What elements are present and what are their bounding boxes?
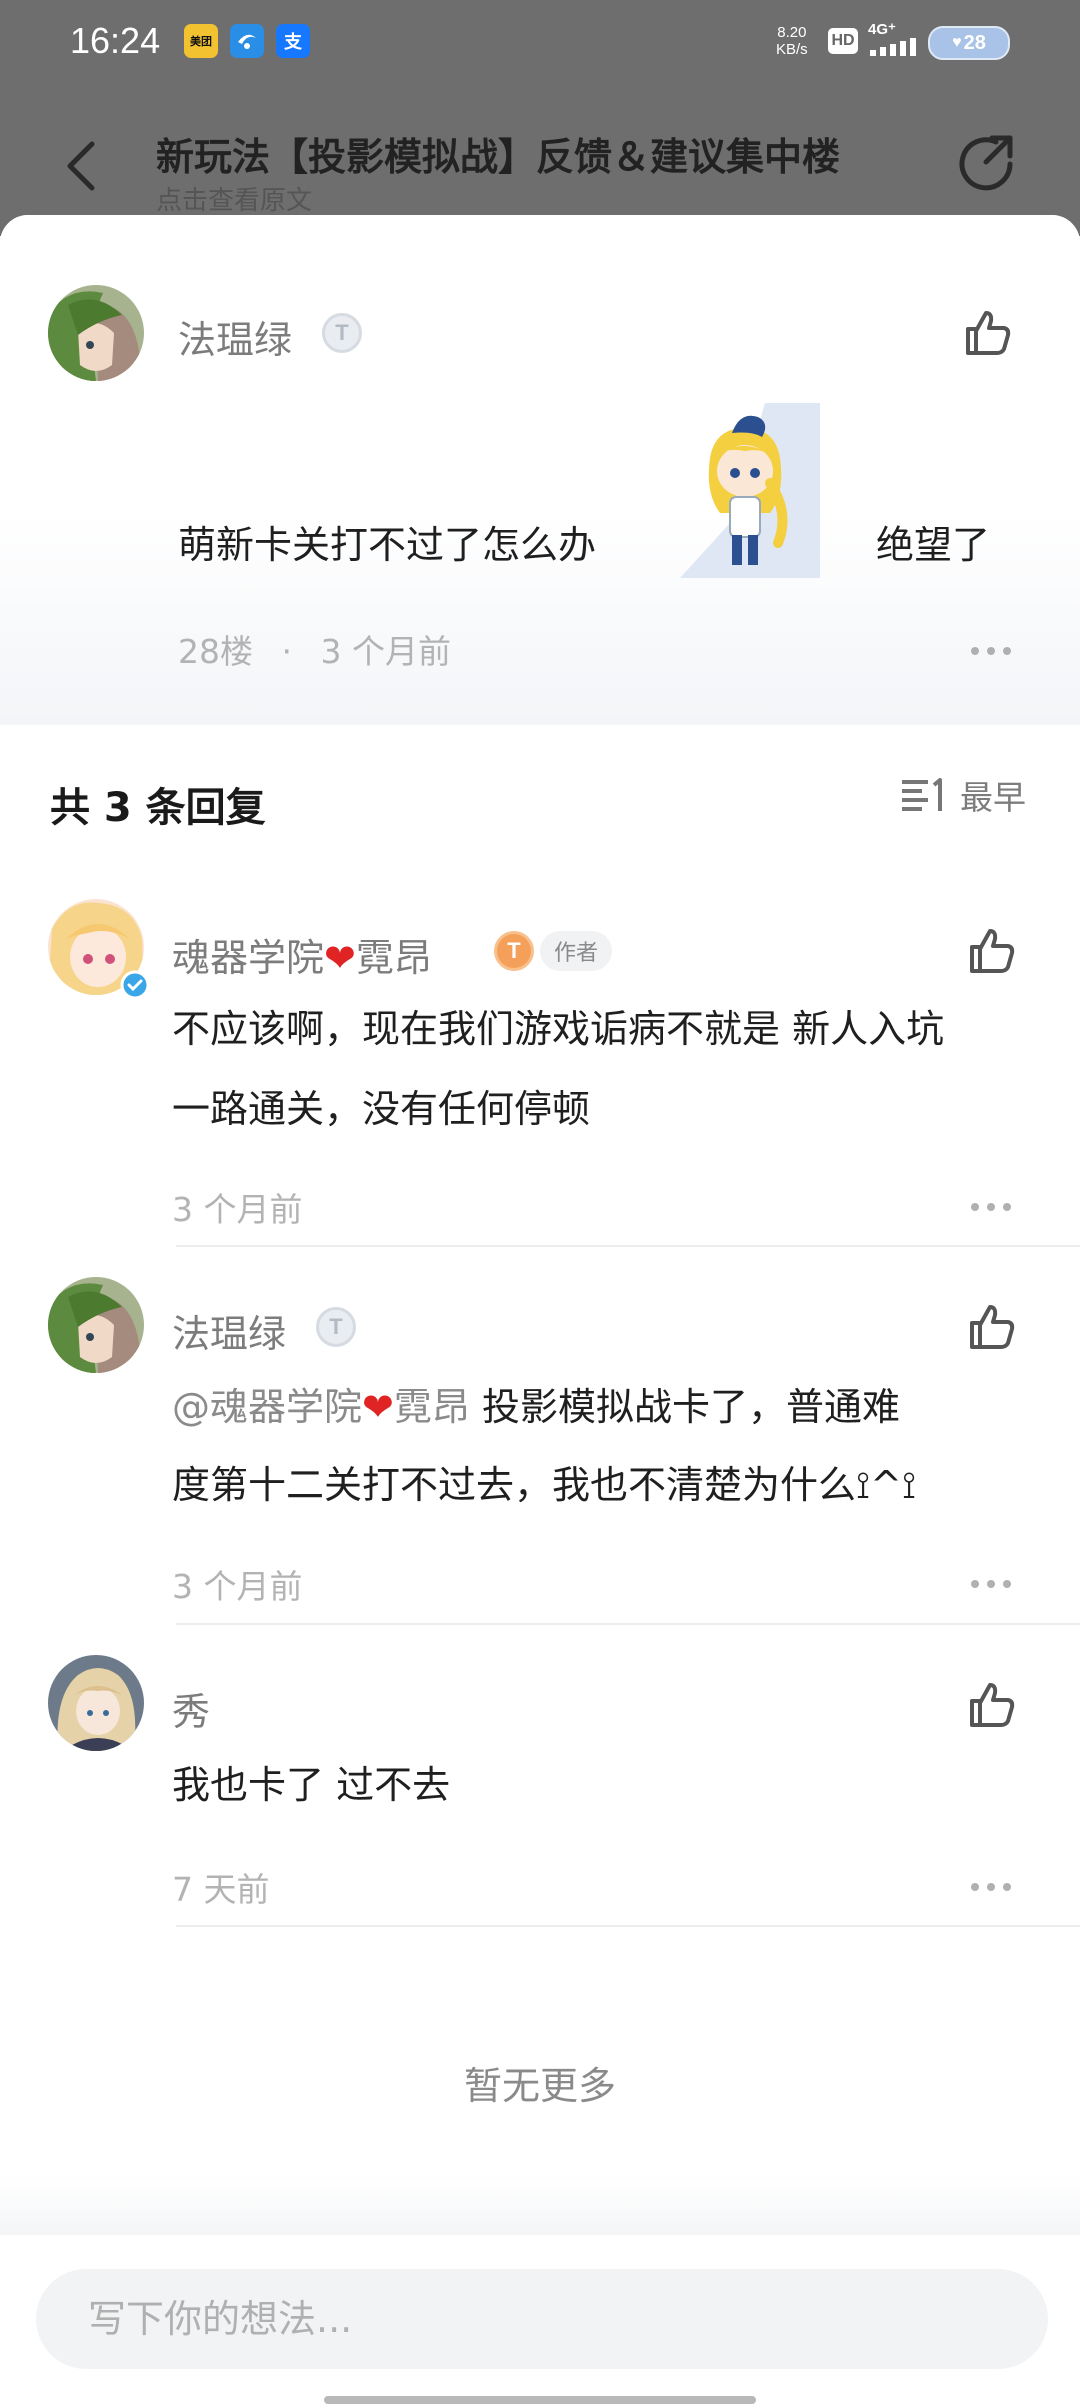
network-type: 4G⁺ xyxy=(868,21,896,38)
verified-icon xyxy=(120,970,150,1000)
level-badge: T xyxy=(494,931,534,971)
timestamp: 3 个月前 xyxy=(172,1190,303,1229)
timestamp: 7 天前 xyxy=(172,1870,270,1909)
like-icon[interactable] xyxy=(966,925,1018,977)
original-comment: 法瑥绿 T 萌新卡关打不过了怎么办 绝望了 28楼 · 3 个月前 xyxy=(0,215,1080,725)
hd-voice-icon: HD xyxy=(828,28,858,54)
sort-icon[interactable] xyxy=(900,777,946,813)
username[interactable]: 魂器学院❤霓昂 xyxy=(172,927,432,982)
more-options-icon[interactable] xyxy=(970,646,1012,656)
more-options-icon[interactable] xyxy=(970,1882,1012,1892)
like-icon[interactable] xyxy=(966,1679,1018,1731)
comment-input[interactable] xyxy=(36,2269,1048,2369)
sticker-image xyxy=(680,403,820,578)
heart-icon: ❤ xyxy=(324,936,356,980)
level-badge: T xyxy=(316,1307,356,1347)
status-bar: 16:24 美团 支 8.20 KB/s HD 4G⁺ ♥ 28 xyxy=(0,0,1080,84)
network-speed: 8.20 KB/s xyxy=(776,24,808,58)
heart-icon: ❤ xyxy=(362,1385,394,1429)
end-of-list-label: 暂无更多 xyxy=(463,2064,616,2108)
divider xyxy=(176,1623,1080,1625)
replies-sheet: 法瑥绿 T 萌新卡关打不过了怎么办 绝望了 28楼 · 3 个月前 共 3 条回… xyxy=(0,215,1080,2408)
divider xyxy=(176,1925,1080,1927)
battery-indicator: ♥ 28 xyxy=(928,26,1010,60)
signal-icon xyxy=(870,38,916,56)
divider xyxy=(176,1245,1080,1247)
reply-text-line: 我也卡了 过不去 xyxy=(172,1763,451,1807)
more-options-icon[interactable] xyxy=(970,1202,1012,1212)
meituan-app-icon: 美团 xyxy=(184,24,218,58)
level-badge: T xyxy=(322,313,362,353)
back-arrow-icon[interactable] xyxy=(58,136,106,196)
like-icon[interactable] xyxy=(962,307,1014,359)
home-indicator[interactable] xyxy=(324,2396,756,2404)
avatar[interactable] xyxy=(48,1277,144,1373)
comment-meta: 28楼 · 3 个月前 xyxy=(178,625,451,673)
username[interactable]: 法瑥绿 xyxy=(172,1303,286,1358)
reply-text-line: 度第十二关打不过去，我也不清楚为什么⟟^⟟ xyxy=(172,1463,917,1507)
avatar[interactable] xyxy=(48,285,144,381)
floor-number: 28楼 xyxy=(178,632,253,671)
mention-link[interactable]: @魂器学院❤霓昂 xyxy=(172,1385,470,1429)
reply-text-line: @魂器学院❤霓昂 投影模拟战卡了，普通难 xyxy=(172,1385,900,1429)
sort-option[interactable]: 最早 xyxy=(960,771,1026,819)
comment-text-suffix: 绝望了 xyxy=(876,523,991,567)
timestamp: 3 个月前 xyxy=(172,1567,303,1606)
like-icon[interactable] xyxy=(966,1301,1018,1353)
view-original-link[interactable]: 点击查看原文 xyxy=(156,180,312,217)
reply-text-line: 一路通关，没有任何停顿 xyxy=(172,1087,591,1131)
avatar[interactable] xyxy=(48,1655,144,1751)
comment-composer xyxy=(0,2235,1080,2408)
status-time: 16:24 xyxy=(70,20,161,61)
page-title[interactable]: 新玩法【投影模拟战】反馈＆建议集中楼 xyxy=(156,126,840,181)
author-tag: 作者 xyxy=(540,931,613,971)
share-icon[interactable] xyxy=(952,128,1024,200)
svg-text:支: 支 xyxy=(283,31,303,53)
telecom-app-icon xyxy=(230,24,264,58)
alipay-app-icon: 支 xyxy=(276,24,310,58)
replies-count-title: 共 3 条回复 xyxy=(50,785,266,831)
comment-text: 萌新卡关打不过了怎么办 xyxy=(178,523,597,567)
meta-separator: · xyxy=(281,632,293,671)
timestamp: 3 个月前 xyxy=(320,632,452,671)
username[interactable]: 法瑥绿 xyxy=(178,309,292,364)
bottom-fade xyxy=(0,2175,1080,2235)
username[interactable]: 秀 xyxy=(172,1681,210,1736)
reply-text-line: 不应该啊，现在我们游戏诟病不就是 新人入坑 xyxy=(172,1007,945,1051)
more-options-icon[interactable] xyxy=(970,1579,1012,1589)
